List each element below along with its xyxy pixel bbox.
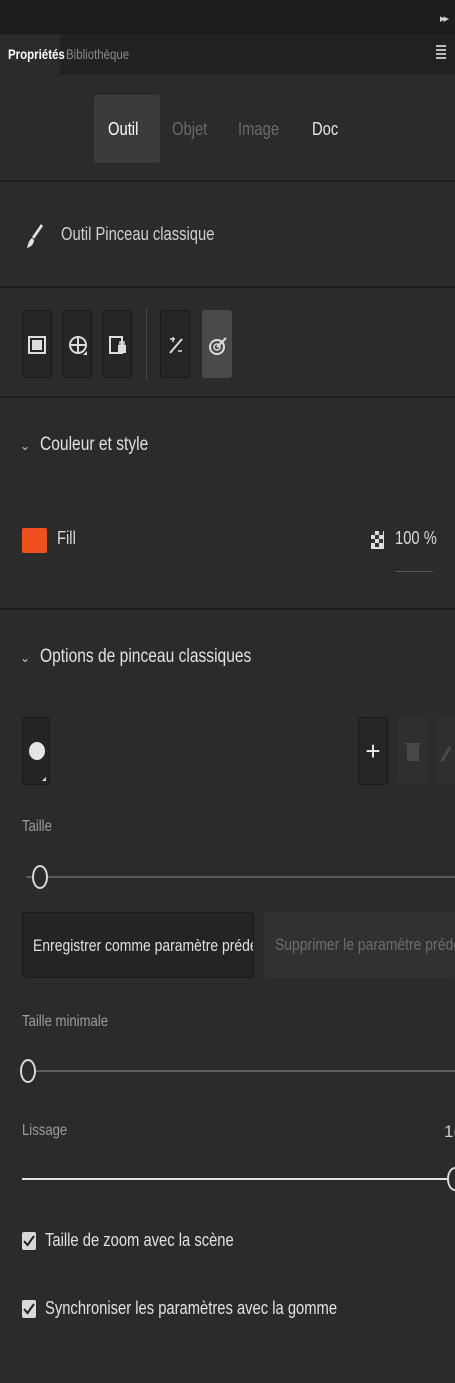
delete-preset-button[interactable] [398, 717, 428, 785]
size-slider-knob[interactable] [32, 865, 49, 889]
save-preset-button[interactable]: Enregistrer comme paramètre prédéfini [22, 912, 254, 978]
min-size-slider-track[interactable] [22, 1070, 455, 1072]
sync-eraser-label: Synchroniser les paramètres avec la gomm… [45, 1298, 338, 1318]
panel-tabs: Propriétés Bibliothèque [0, 34, 455, 74]
tab-label: Propriétés [8, 46, 65, 62]
checkmark-icon [23, 1303, 35, 1315]
add-preset-button[interactable]: + [358, 717, 388, 785]
object-drawing-button[interactable] [22, 310, 52, 378]
smoothing-slider-knob[interactable] [447, 1167, 455, 1191]
smoothing-label: Lissage [22, 1122, 68, 1139]
fill-opacity-value[interactable]: 100 % [395, 528, 446, 549]
chevron-down-icon: ⌄ [20, 651, 31, 665]
zoom-size-checkbox[interactable] [22, 1232, 36, 1251]
panel-menu-icon[interactable] [436, 45, 446, 61]
brush-icon [27, 224, 43, 248]
lock-fill-button[interactable] [102, 310, 132, 378]
tab-proprietes[interactable]: Propriétés [0, 34, 65, 74]
smoothing-slider-track[interactable] [22, 1178, 455, 1180]
zoom-size-checkbox-row[interactable]: Taille de zoom avec la scène [22, 1230, 275, 1251]
tilt-icon [209, 337, 227, 355]
zoom-size-label: Taille de zoom avec la scène [45, 1230, 234, 1250]
fill-label: Fill [57, 528, 76, 548]
tab-label: Bibliothèque [66, 46, 130, 62]
brush-mode-button[interactable] [62, 310, 92, 378]
mode-image-button[interactable]: Image [238, 95, 284, 163]
sync-eraser-checkbox-row[interactable]: Synchroniser les paramètres avec la gomm… [22, 1298, 401, 1319]
round-brush-icon [29, 742, 45, 760]
plus-icon: + [365, 736, 381, 766]
toolbar-divider [146, 308, 147, 380]
panel-top-strip: ▸▸ [0, 0, 455, 34]
mode-outil-button[interactable]: Outil [94, 95, 160, 163]
brush-options-header[interactable]: ⌄ Options de pinceau classiques [20, 646, 298, 668]
sync-eraser-checkbox[interactable] [22, 1300, 36, 1319]
pencil-icon [440, 746, 451, 762]
dropdown-corner-icon [42, 777, 46, 781]
size-slider-track[interactable] [26, 876, 455, 878]
transparency-checker-icon [371, 531, 384, 549]
min-size-label: Taille minimale [22, 1013, 109, 1030]
lock-fill-icon [109, 336, 126, 354]
edit-preset-button[interactable] [436, 717, 455, 785]
delete-preset-text-button[interactable]: Supprimer le paramètre prédéfini [264, 912, 455, 978]
mode-selector: Outil Objet Image Doc [0, 75, 455, 182]
color-style-header[interactable]: ⌄ Couleur et style [20, 434, 172, 456]
size-label: Taille [22, 818, 52, 835]
opacity-underline [395, 571, 433, 572]
object-drawing-icon [28, 336, 46, 354]
smoothing-value[interactable]: 1( [444, 1122, 455, 1142]
chevron-down-icon: ⌄ [20, 439, 31, 453]
pressure-button[interactable] [160, 310, 190, 378]
fill-color-swatch[interactable] [22, 528, 47, 553]
tilt-button[interactable] [202, 310, 232, 378]
tool-header: Outil Pinceau classique [0, 184, 455, 288]
trash-icon [405, 743, 421, 761]
mode-doc-button[interactable]: Doc [312, 95, 344, 163]
tool-options-toolbar [0, 290, 455, 398]
pressure-icon [169, 337, 183, 354]
brush-mode-icon [69, 336, 87, 355]
mode-objet-button[interactable]: Objet [172, 95, 216, 163]
brush-options-section: ⌄ Options de pinceau classiques + Taille … [0, 612, 455, 1370]
collapse-panel-icon[interactable]: ▸▸ [440, 12, 449, 25]
checkmark-icon [23, 1235, 35, 1247]
tab-bibliotheque[interactable]: Bibliothèque [66, 34, 143, 74]
brush-preset-button[interactable] [22, 717, 50, 785]
tool-name-label: Outil Pinceau classique [61, 224, 215, 244]
color-style-section: ⌄ Couleur et style Fill 100 % [0, 400, 455, 610]
min-size-slider-knob[interactable] [20, 1059, 36, 1083]
